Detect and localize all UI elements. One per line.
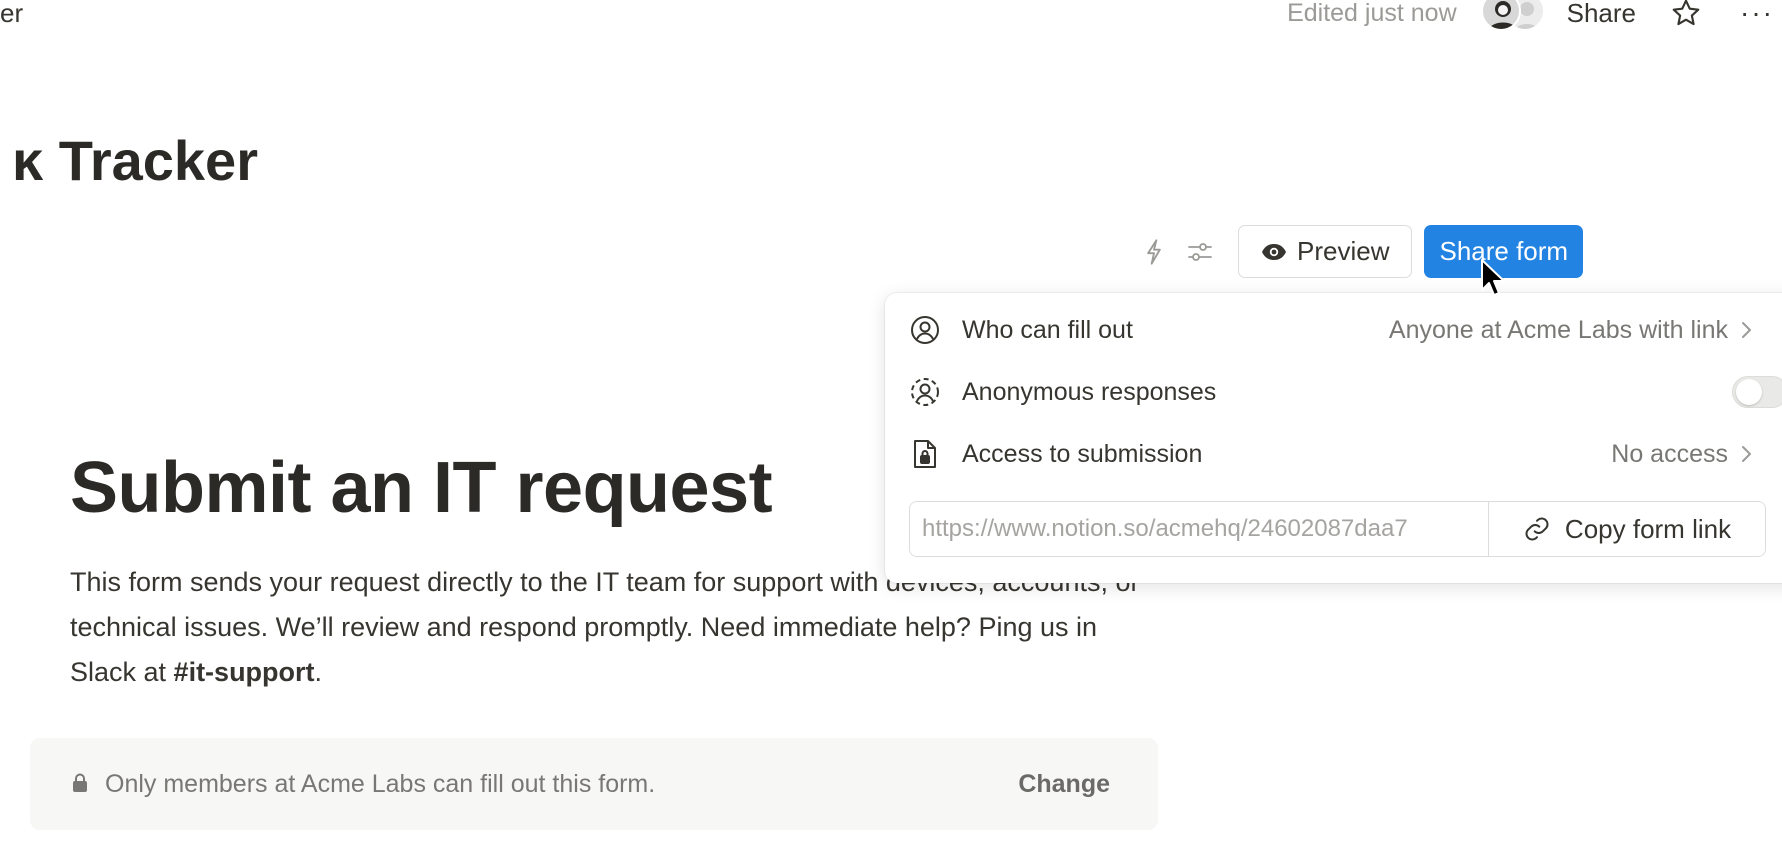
- anonymous-responses-toggle[interactable]: [1732, 376, 1782, 408]
- person-circle-icon: [910, 315, 940, 345]
- copy-form-link-label: Copy form link: [1564, 513, 1732, 544]
- star-icon[interactable]: [1670, 0, 1702, 29]
- anonymous-responses-label: Anonymous responses: [962, 377, 1217, 406]
- breadcrumb[interactable]: er: [0, 0, 23, 29]
- lock-icon: [72, 773, 88, 793]
- link-icon: [1523, 515, 1551, 543]
- form-link-input[interactable]: [910, 502, 1488, 556]
- who-can-fill-out-row[interactable]: Who can fill out Anyone at Acme Labs wit…: [885, 302, 1782, 358]
- access-notice-text: Only members at Acme Labs can fill out t…: [105, 769, 656, 798]
- access-to-submission-row[interactable]: Access to submission No access: [885, 426, 1782, 482]
- mouse-cursor-icon: [1480, 258, 1506, 303]
- chevron-right-icon: [1740, 444, 1752, 464]
- anonymous-person-icon: [910, 377, 940, 407]
- preview-button[interactable]: Preview: [1238, 225, 1413, 278]
- form-link-field: Copy form link: [909, 501, 1766, 557]
- locked-document-icon: [910, 439, 940, 469]
- who-can-fill-out-value[interactable]: Anyone at Acme Labs with link: [1389, 316, 1752, 345]
- settings-sliders-icon[interactable]: [1184, 236, 1216, 268]
- form-toolbar: Preview Share form: [1138, 225, 1584, 278]
- automation-bolt-icon[interactable]: [1138, 236, 1170, 268]
- change-access-button[interactable]: Change: [1018, 770, 1110, 799]
- form-title[interactable]: Submit an IT request: [70, 447, 773, 529]
- access-to-submission-selection: No access: [1611, 439, 1728, 468]
- copy-form-link-button[interactable]: Copy form link: [1488, 502, 1765, 556]
- who-can-fill-out-label: Who can fill out: [962, 315, 1133, 344]
- toggle-knob: [1736, 379, 1762, 405]
- page-title: ĸ Tracker: [12, 129, 258, 192]
- slack-channel: #it-support: [173, 657, 315, 687]
- anonymous-responses-row: Anonymous responses: [885, 364, 1782, 420]
- share-button[interactable]: Share: [1567, 0, 1636, 29]
- topbar-actions: Edited just now Share ···: [1287, 0, 1782, 33]
- access-notice: Only members at Acme Labs can fill out t…: [30, 738, 1158, 830]
- chevron-right-icon: [1740, 320, 1752, 340]
- preview-label: Preview: [1297, 236, 1390, 266]
- share-form-popover: Who can fill out Anyone at Acme Labs wit…: [885, 293, 1782, 583]
- collaborator-avatars[interactable]: [1480, 0, 1545, 33]
- who-can-fill-out-selection: Anyone at Acme Labs with link: [1388, 315, 1728, 344]
- edited-status: Edited just now: [1287, 0, 1457, 27]
- access-to-submission-value[interactable]: No access: [1611, 440, 1752, 469]
- form-description-end: .: [314, 657, 323, 687]
- more-options-icon[interactable]: ···: [1740, 0, 1774, 29]
- eye-icon: [1261, 243, 1287, 261]
- access-to-submission-label: Access to submission: [962, 439, 1203, 468]
